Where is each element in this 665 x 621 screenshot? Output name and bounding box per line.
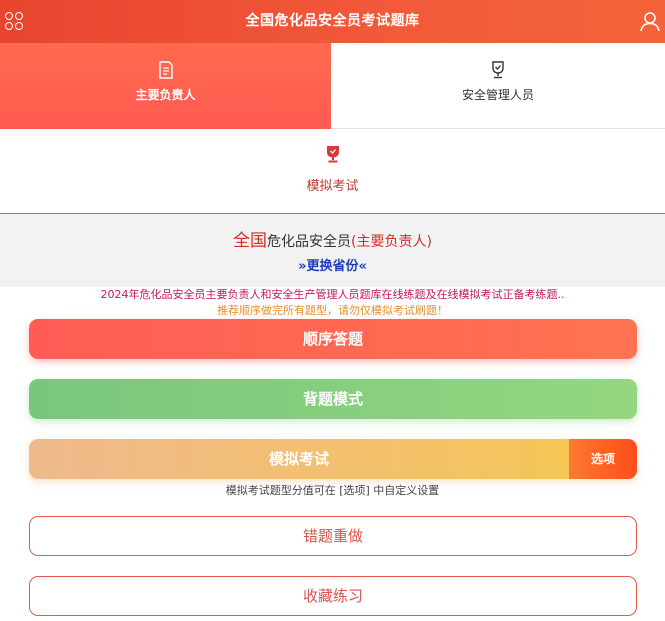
recommend-text: 推荐顺序做完所有题型，请勿仅模拟考试刷题！	[217, 304, 448, 317]
document-edit-icon	[158, 61, 173, 79]
trophy-icon	[326, 146, 339, 163]
favorite-practice-button[interactable]: 收藏练习	[29, 576, 637, 616]
top-bar: 全国危化品安全员考试题库	[0, 0, 665, 43]
role-tabs: 主要负责人 安全管理人员	[0, 43, 665, 129]
change-province-link[interactable]: »更换省份«	[0, 255, 665, 274]
category-label: 危化品安全员	[267, 234, 352, 250]
wrong-redo-button[interactable]: 错题重做	[29, 516, 637, 556]
exam-heading: 全国危化品安全员(主要负责人)	[0, 226, 665, 251]
region-label: 全国	[233, 231, 268, 251]
mock-options-button[interactable]: 选项	[569, 439, 637, 479]
mock-settings-note: 模拟考试题型分值可在 [选项] 中自定义设置	[225, 484, 440, 497]
app-title: 全国危化品安全员考试题库	[245, 13, 420, 29]
tab-mock-exam[interactable]: 模拟考试	[0, 129, 665, 214]
mock-exam-button[interactable]: 模拟考试 选项	[29, 439, 637, 479]
tab-label: 模拟考试	[306, 179, 359, 194]
tab-label: 主要负责人	[135, 88, 196, 102]
tab-safety-manager[interactable]: 安全管理人员	[331, 43, 665, 129]
sequential-answer-button[interactable]: 顺序答题	[29, 319, 637, 359]
trophy-icon	[492, 61, 504, 79]
notice-text: 2024年危化品安全员主要负责人和安全生产管理人员题库在线练题及在线模拟考试正备…	[0, 287, 665, 303]
recite-mode-button[interactable]: 背题模式	[29, 379, 637, 419]
role-label: (主要负责人)	[351, 234, 432, 250]
tab-main-responsible[interactable]: 主要负责人	[0, 43, 331, 129]
tab-label: 安全管理人员	[461, 88, 534, 102]
mock-exam-label: 模拟考试	[268, 450, 329, 468]
user-icon[interactable]	[640, 11, 660, 32]
